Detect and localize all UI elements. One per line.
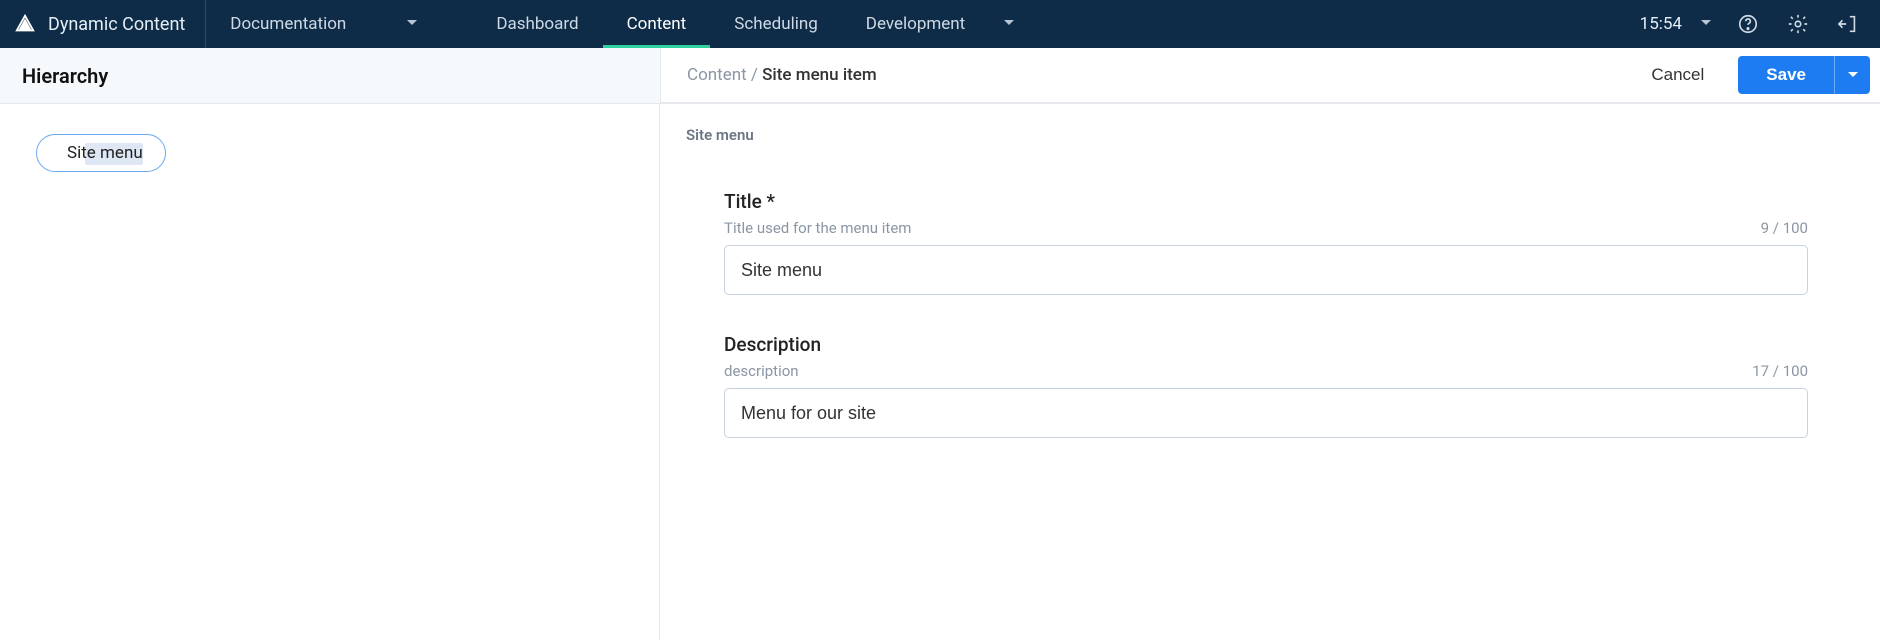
gear-icon[interactable]	[1784, 10, 1812, 38]
save-button-group: Save	[1738, 56, 1870, 94]
description-input[interactable]	[724, 388, 1808, 438]
hierarchy-header: Hierarchy	[0, 48, 660, 103]
sub-header: Hierarchy Content / Site menu item Cance…	[0, 48, 1880, 104]
logout-icon[interactable]	[1834, 10, 1862, 38]
hub-selector[interactable]: Documentation	[206, 0, 442, 48]
tab-development[interactable]: Development	[842, 0, 1039, 48]
chevron-down-icon	[406, 14, 418, 34]
field-title-row: Title * Title used for the menu item 9 /…	[724, 190, 1808, 295]
node-label: Site menu	[67, 143, 143, 163]
tab-content[interactable]: Content	[603, 0, 711, 48]
chevron-down-icon	[1700, 14, 1712, 34]
tab-scheduling[interactable]: Scheduling	[710, 0, 842, 48]
nav-tabs: Dashboard Content Scheduling Development	[472, 0, 1039, 48]
breadcrumb: Content / Site menu item	[687, 65, 877, 85]
hub-label: Documentation	[230, 14, 346, 34]
clock-selector[interactable]: 15:54	[1640, 14, 1712, 34]
tab-label: Content	[627, 14, 687, 34]
cancel-button[interactable]: Cancel	[1639, 57, 1716, 93]
schema-label: Site menu	[686, 126, 1816, 144]
title-helper: Title used for the menu item	[724, 219, 911, 237]
save-button[interactable]: Save	[1738, 56, 1834, 94]
brand: Dynamic Content	[0, 0, 205, 48]
breadcrumb-separator: /	[751, 65, 762, 85]
tab-label: Dashboard	[496, 14, 578, 34]
tab-dashboard[interactable]: Dashboard	[472, 0, 602, 48]
editor-actions: Cancel Save	[1639, 56, 1870, 94]
help-icon[interactable]	[1734, 10, 1762, 38]
hierarchy-panel: Site menu	[0, 104, 660, 640]
title-label: Title *	[724, 190, 1808, 213]
description-char-count: 17 / 100	[1752, 362, 1808, 380]
body-split: Site menu Site menu Title * Title used f…	[0, 104, 1880, 640]
tab-label: Development	[866, 14, 965, 34]
save-options-button[interactable]	[1834, 56, 1870, 94]
logo-icon	[14, 13, 36, 35]
brand-title: Dynamic Content	[48, 14, 185, 35]
editor-panel: Site menu Title * Title used for the men…	[660, 104, 1880, 640]
chevron-down-icon	[1003, 14, 1015, 34]
tab-label: Scheduling	[734, 14, 818, 34]
description-helper: description	[724, 362, 799, 380]
clock-time: 15:54	[1640, 14, 1682, 34]
hierarchy-title: Hierarchy	[22, 64, 108, 88]
title-char-count: 9 / 100	[1761, 219, 1808, 237]
editor-header: Content / Site menu item Cancel Save	[660, 48, 1880, 103]
breadcrumb-current: Site menu item	[762, 65, 877, 85]
title-input[interactable]	[724, 245, 1808, 295]
breadcrumb-root[interactable]: Content	[687, 65, 747, 85]
field-description-row: Description description 17 / 100	[724, 333, 1808, 438]
description-label: Description	[724, 333, 1808, 356]
nav-right: 15:54	[1640, 0, 1880, 48]
hierarchy-node-site-menu[interactable]: Site menu	[36, 134, 166, 172]
top-navbar: Dynamic Content Documentation Dashboard …	[0, 0, 1880, 48]
